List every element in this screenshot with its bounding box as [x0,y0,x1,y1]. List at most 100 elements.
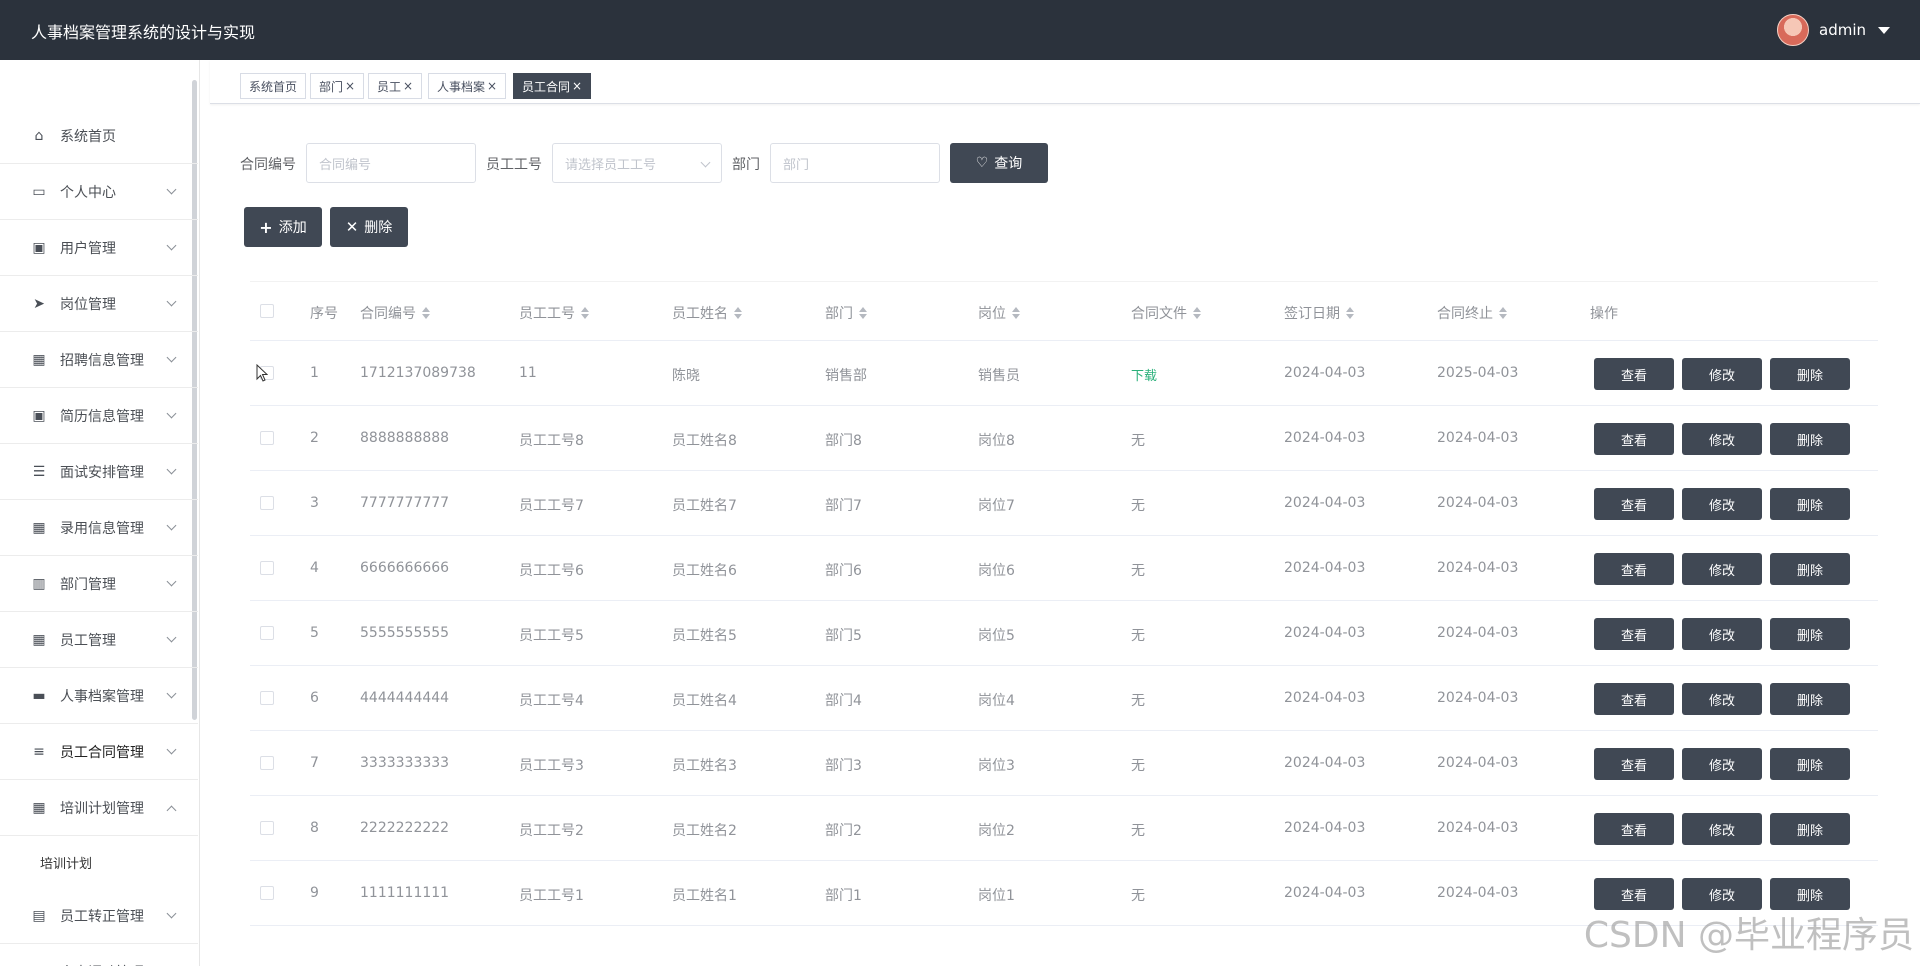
edit-row-button[interactable]: 修改 [1682,618,1762,650]
delete-row-button[interactable]: 删除 [1770,423,1850,455]
cell-contract_no: 4444444444 [360,690,450,706]
sidebar-item-label: 岗位管理 [60,296,116,313]
dept-input[interactable]: 部门 [770,143,940,183]
sort-icon[interactable] [1012,307,1020,319]
row-checkbox[interactable] [260,756,274,770]
emp-no-select[interactable]: 请选择员工工号 [552,143,722,183]
delete-row-button[interactable]: 删除 [1770,813,1850,845]
delete-row-button[interactable]: 删除 [1770,553,1850,585]
sidebar-item-6[interactable]: ☰ 面试安排管理 [0,444,198,500]
caret-down-icon[interactable] [1878,26,1890,34]
close-icon[interactable]: × [572,79,582,93]
delete-row-button[interactable]: 删除 [1770,748,1850,780]
edit-row-button[interactable]: 修改 [1682,423,1762,455]
view-row-button[interactable]: 查看 [1594,618,1674,650]
sort-icon[interactable] [581,307,589,319]
edit-row-button[interactable]: 修改 [1682,748,1762,780]
delete-button[interactable]: ✕ 删除 [330,207,408,247]
sidebar-item-3[interactable]: ➤ 岗位管理 [0,276,198,332]
row-checkbox[interactable] [260,886,274,900]
delete-row-button[interactable]: 删除 [1770,683,1850,715]
sidebar-item-7[interactable]: ▦ 录用信息管理 [0,500,198,556]
close-icon[interactable]: × [487,79,497,93]
sidebar-item-0[interactable]: ⌂ 系统首页 [0,108,198,164]
view-row-button[interactable]: 查看 [1594,423,1674,455]
sidebar-item-10[interactable]: ▬ 人事档案管理 [0,668,198,724]
view-row-button[interactable]: 查看 [1594,488,1674,520]
view-row-button[interactable]: 查看 [1594,358,1674,390]
sort-icon[interactable] [1346,307,1354,319]
cell-end: 2024-04-03 [1437,690,1519,706]
close-icon[interactable]: × [403,79,413,93]
close-icon[interactable]: × [345,79,355,93]
cell-idx: 5 [310,625,319,641]
sidebar-subitem-training-plan[interactable]: 培训计划 [0,836,198,888]
view-row-button[interactable]: 查看 [1594,553,1674,585]
edit-row-button[interactable]: 修改 [1682,813,1762,845]
user-menu[interactable]: admin [1777,14,1890,46]
sidebar-item-9[interactable]: ▦ 员工管理 [0,612,198,668]
add-button[interactable]: + 添加 [244,207,322,247]
sort-icon[interactable] [859,307,867,319]
query-button[interactable]: ♡ 查询 [950,143,1048,183]
delete-row-button[interactable]: 删除 [1770,358,1850,390]
cell-dept: 部门4 [825,693,862,709]
delete-row-button[interactable]: 删除 [1770,618,1850,650]
username[interactable]: admin [1819,21,1866,39]
sidebar-item-12[interactable]: ▦ 培训计划管理 [0,780,198,836]
view-row-button[interactable]: 查看 [1594,813,1674,845]
avatar[interactable] [1777,14,1809,46]
column-header-3[interactable]: 员工姓名 [672,303,742,323]
view-row-button[interactable]: 查看 [1594,748,1674,780]
tab-0[interactable]: 系统首页 [240,73,307,99]
contract-no-input[interactable]: 合同编号 [306,143,476,183]
sidebar-item-5[interactable]: ▣ 简历信息管理 [0,388,198,444]
sidebar-item-8[interactable]: ▥ 部门管理 [0,556,198,612]
column-header-4[interactable]: 部门 [825,303,867,323]
cell-sign: 2024-04-03 [1284,365,1366,381]
row-checkbox[interactable] [260,626,274,640]
sidebar-item-1[interactable]: ▭ 个人中心 [0,164,198,220]
column-header-1[interactable]: 合同编号 [360,303,430,323]
sidebar-item-13[interactable]: ▤ 员工转正管理 [0,888,198,944]
delete-row-button[interactable]: 删除 [1770,488,1850,520]
edit-row-button[interactable]: 修改 [1682,358,1762,390]
column-header-7[interactable]: 签订日期 [1284,303,1354,323]
tab-3[interactable]: 人事档案 × [428,73,507,99]
cell-emp_no: 员工工号1 [519,888,584,904]
sort-icon[interactable] [1193,307,1201,319]
sort-icon[interactable] [1499,307,1507,319]
edit-row-button[interactable]: 修改 [1682,553,1762,585]
view-row-button[interactable]: 查看 [1594,683,1674,715]
tab-2[interactable]: 员工 × [368,73,423,99]
row-checkbox[interactable] [260,561,274,575]
row-checkbox[interactable] [260,691,274,705]
tab-1[interactable]: 部门 × [310,73,365,99]
download-link[interactable]: 下载 [1131,365,1157,384]
sidebar-item-2[interactable]: ▣ 用户管理 [0,220,198,276]
column-header-2[interactable]: 员工工号 [519,303,589,323]
row-checkbox[interactable] [260,496,274,510]
cell-sign: 2024-04-03 [1284,755,1366,771]
cell-idx: 9 [310,885,319,901]
edit-row-button[interactable]: 修改 [1682,683,1762,715]
chevron-down-icon [166,520,177,531]
column-header-6[interactable]: 合同文件 [1131,303,1201,323]
tab-4[interactable]: 员工合同 × [513,73,592,99]
cell-contract_no: 6666666666 [360,560,450,576]
column-header-8[interactable]: 合同终止 [1437,303,1507,323]
select-all-checkbox[interactable] [260,304,274,318]
sidebar-item-11[interactable]: ≡ 员工合同管理 [0,724,198,780]
sidebar-item-14[interactable]: ▰人事调动管理 [0,944,198,966]
cell-contract_no: 1712137089738 [360,365,476,381]
sort-icon[interactable] [734,307,742,319]
sidebar-item-4[interactable]: ▦ 招聘信息管理 [0,332,198,388]
column-header-5[interactable]: 岗位 [978,303,1020,323]
row-checkbox[interactable] [260,821,274,835]
row-checkbox[interactable] [260,431,274,445]
watermark: CSDN @毕业程序员 [1583,915,1914,956]
chevron-down-icon [166,184,177,195]
sort-icon[interactable] [422,307,430,319]
table-row: 5 5555555555 员工工号5 员工姓名5 部门5 岗位5 无 2024-04-03 20… [250,601,1878,666]
edit-row-button[interactable]: 修改 [1682,488,1762,520]
